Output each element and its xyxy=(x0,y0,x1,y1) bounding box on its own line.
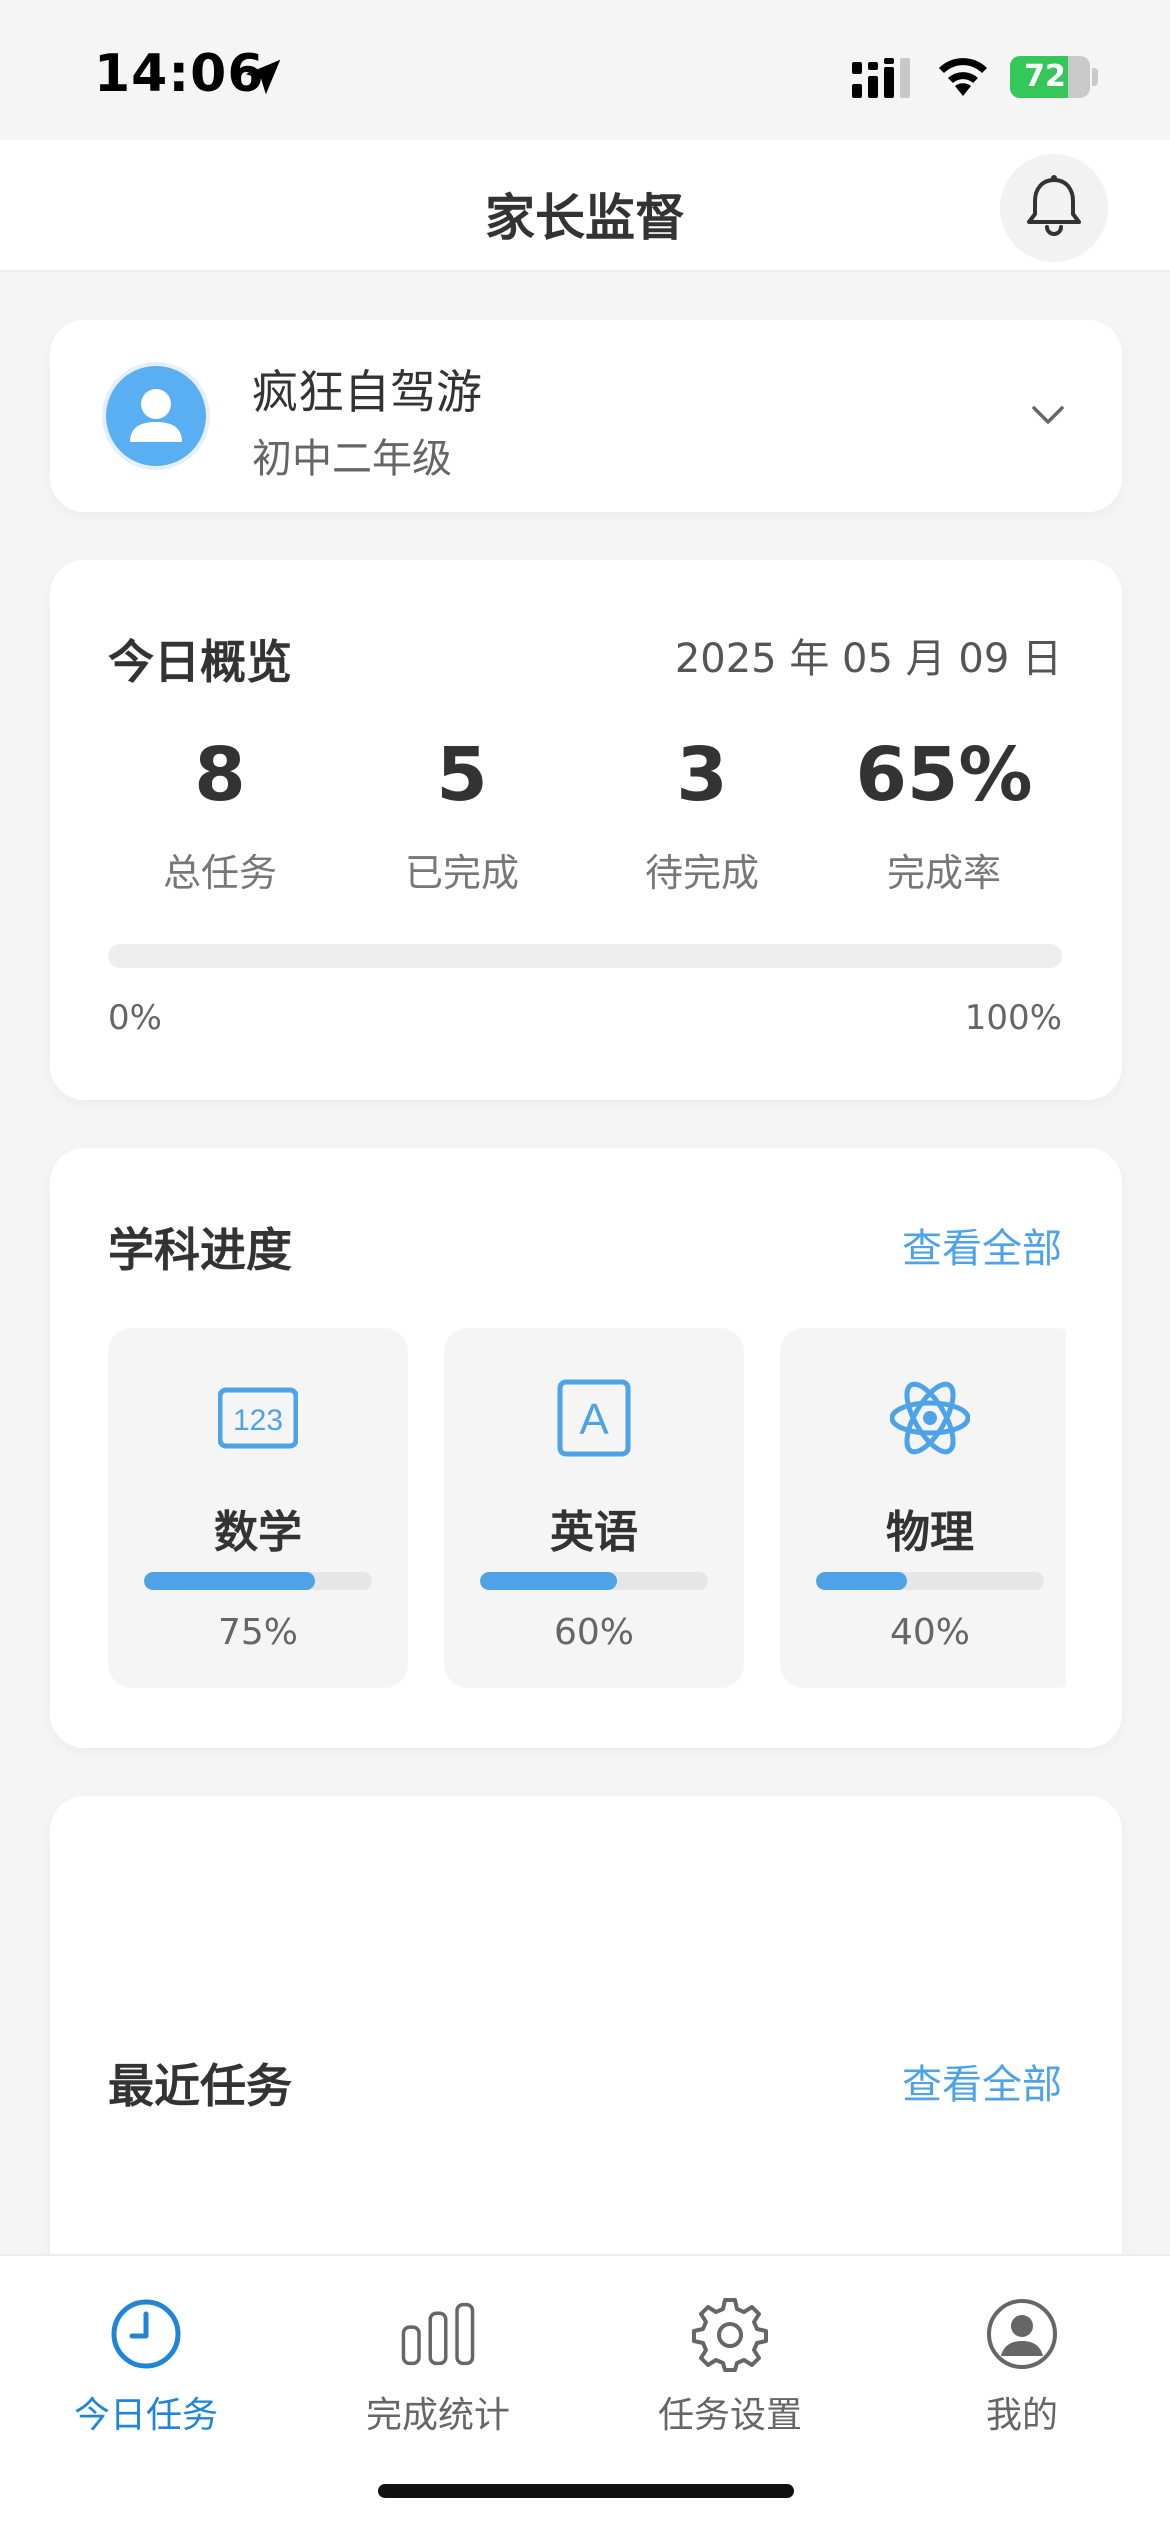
stat-completed: 5 已完成 xyxy=(352,738,572,897)
stat-label: 已完成 xyxy=(404,851,519,895)
recent-tasks-title: 最近任务 xyxy=(108,2059,292,2113)
recent-tasks-view-all-link[interactable]: 查看全部 xyxy=(902,2052,1062,2110)
gear-icon xyxy=(692,2298,768,2372)
progress-min-label: 0% xyxy=(108,998,162,1038)
subjects-scroller[interactable]: 123 数学 75% A 英语 60% 物理 40% xyxy=(108,1328,1066,1688)
stat-label: 完成率 xyxy=(886,851,1001,895)
today-overview-card: 今日概览 2025 年 05 月 09 日 8 总任务 5 已完成 3 待完成 … xyxy=(50,560,1122,1100)
stat-value: 65% xyxy=(855,732,1033,818)
subject-percent: 75% xyxy=(217,1612,298,1653)
stat-total: 8 总任务 xyxy=(110,738,330,897)
location-arrow-icon xyxy=(245,59,281,95)
student-name: 疯狂自驾游 xyxy=(252,365,482,419)
overview-progress-fill xyxy=(108,944,1062,968)
stat-value: 3 xyxy=(676,732,728,818)
wifi-icon xyxy=(939,58,987,96)
stat-completion-rate: 65% 完成率 xyxy=(834,738,1054,897)
numbers-123-icon: 123 xyxy=(218,1387,298,1449)
subject-progress-bar xyxy=(480,1572,708,1590)
student-grade: 初中二年级 xyxy=(252,436,452,482)
subject-progress-fill xyxy=(480,1572,617,1590)
clock-icon xyxy=(111,2299,181,2369)
tab-label: 任务设置 xyxy=(657,2395,802,2436)
overview-progress-bar xyxy=(108,944,1062,968)
atom-icon xyxy=(890,1381,970,1455)
stat-pending: 3 待完成 xyxy=(592,738,812,897)
chevron-down-icon[interactable] xyxy=(1030,400,1066,430)
status-time: 14:06 xyxy=(94,44,265,104)
subject-progress-bar xyxy=(144,1572,372,1590)
stat-value: 8 xyxy=(194,732,246,818)
svg-text:123: 123 xyxy=(233,1404,283,1437)
app-header: 家长监督 xyxy=(0,140,1170,272)
tab-label: 完成统计 xyxy=(365,2395,510,2436)
bell-icon xyxy=(1027,175,1081,236)
subject-name: 数学 xyxy=(214,1507,302,1558)
student-selector[interactable]: 疯狂自驾游 初中二年级 xyxy=(50,320,1122,512)
overview-date: 2025 年 05 月 09 日 xyxy=(674,636,1062,682)
subject-name: 物理 xyxy=(886,1507,974,1558)
subject-card-physics[interactable]: 物理 40% xyxy=(780,1328,1066,1688)
subject-progress-fill xyxy=(144,1572,315,1590)
subject-progress-fill xyxy=(816,1572,908,1590)
subject-progress-bar xyxy=(816,1572,1044,1590)
status-bar: 14:06 72 xyxy=(0,0,1170,140)
subjects-view-all-link[interactable]: 查看全部 xyxy=(902,1216,1062,1274)
bar-chart-icon xyxy=(401,2302,475,2366)
page-title: 家长监督 xyxy=(485,189,685,247)
avatar xyxy=(102,362,210,470)
tab-profile[interactable]: 我的 xyxy=(876,2296,1168,2446)
cellular-signal-icon xyxy=(852,58,910,98)
notification-button[interactable] xyxy=(1000,154,1108,262)
battery-icon: 72 xyxy=(1010,56,1090,98)
overview-title: 今日概览 xyxy=(108,635,292,689)
subject-percent: 40% xyxy=(889,1612,970,1653)
tab-task-settings[interactable]: 任务设置 xyxy=(584,2296,876,2446)
user-circle-icon xyxy=(987,2299,1057,2369)
tab-completion-stats[interactable]: 完成统计 xyxy=(292,2296,584,2446)
home-indicator xyxy=(378,2484,794,2498)
stat-label: 总任务 xyxy=(162,851,277,895)
subject-progress-card: 学科进度 查看全部 123 数学 75% A 英语 60% 物理 40% xyxy=(50,1148,1122,1748)
subjects-title: 学科进度 xyxy=(108,1223,292,1277)
stat-label: 待完成 xyxy=(644,851,759,895)
battery-text: 72 xyxy=(1024,59,1066,94)
progress-max-label: 100% xyxy=(964,998,1062,1038)
tab-today-tasks[interactable]: 今日任务 xyxy=(0,2296,292,2446)
svg-text:A: A xyxy=(579,1395,609,1444)
subject-name: 英语 xyxy=(550,1507,638,1558)
subject-percent: 60% xyxy=(553,1612,634,1653)
battery-nub xyxy=(1092,68,1098,86)
stat-value: 5 xyxy=(436,732,488,818)
letter-a-icon: A xyxy=(557,1379,631,1457)
tab-label: 今日任务 xyxy=(73,2395,218,2436)
tab-label: 我的 xyxy=(985,2395,1058,2436)
subject-card-english[interactable]: A 英语 60% xyxy=(444,1328,744,1688)
user-icon xyxy=(130,389,182,442)
subject-card-math[interactable]: 123 数学 75% xyxy=(108,1328,408,1688)
